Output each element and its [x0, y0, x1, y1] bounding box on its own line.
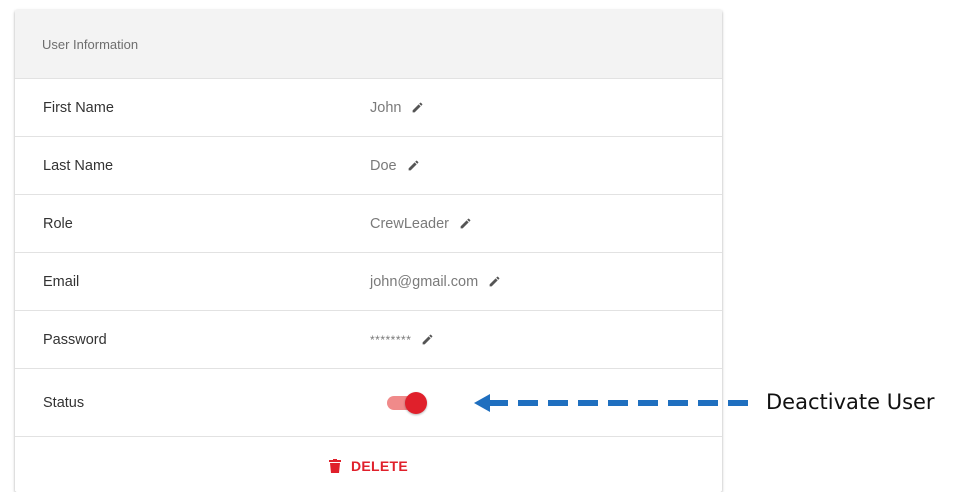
field-value: CrewLeader — [370, 215, 449, 232]
delete-label: DELETE — [350, 457, 409, 474]
user-information-card: User Information First Name John Last Na… — [15, 10, 722, 492]
field-row-email: Email john@gmail.com — [15, 253, 722, 311]
card-header: User Information — [15, 10, 722, 79]
pencil-icon[interactable] — [459, 217, 472, 230]
field-label: Status — [43, 394, 85, 411]
field-row-role: Role CrewLeader — [15, 195, 722, 253]
field-value: John — [370, 99, 402, 116]
card-title: User Information — [42, 36, 139, 52]
field-label: Password — [43, 331, 107, 348]
status-toggle[interactable] — [387, 392, 427, 414]
field-value: john@gmail.com — [370, 273, 479, 290]
field-label: Email — [43, 273, 80, 290]
field-value-wrap: John — [370, 100, 424, 116]
pencil-icon[interactable] — [411, 101, 424, 114]
field-row-password: Password ******** — [15, 311, 722, 369]
field-value-wrap: CrewLeader — [370, 216, 472, 232]
field-label: First Name — [43, 99, 114, 116]
field-value: ******** — [370, 332, 412, 347]
field-row-last-name: Last Name Doe — [15, 137, 722, 195]
toggle-thumb — [405, 392, 427, 414]
dashed-arrow-left-icon — [474, 392, 756, 414]
pencil-icon[interactable] — [407, 159, 420, 172]
pencil-icon[interactable] — [488, 275, 501, 288]
field-label: Last Name — [43, 157, 114, 174]
delete-row: DELETE — [15, 437, 722, 492]
field-row-first-name: First Name John — [15, 79, 722, 137]
delete-button[interactable]: DELETE — [328, 457, 409, 474]
field-value-wrap: john@gmail.com — [370, 274, 501, 290]
field-value-wrap: Doe — [370, 158, 420, 174]
annotation-label: Deactivate User — [766, 390, 935, 414]
pencil-icon[interactable] — [421, 333, 434, 346]
field-value: Doe — [370, 157, 397, 174]
field-value-wrap: ******** — [370, 333, 434, 347]
field-label: Role — [43, 215, 73, 232]
trash-icon — [328, 458, 341, 473]
